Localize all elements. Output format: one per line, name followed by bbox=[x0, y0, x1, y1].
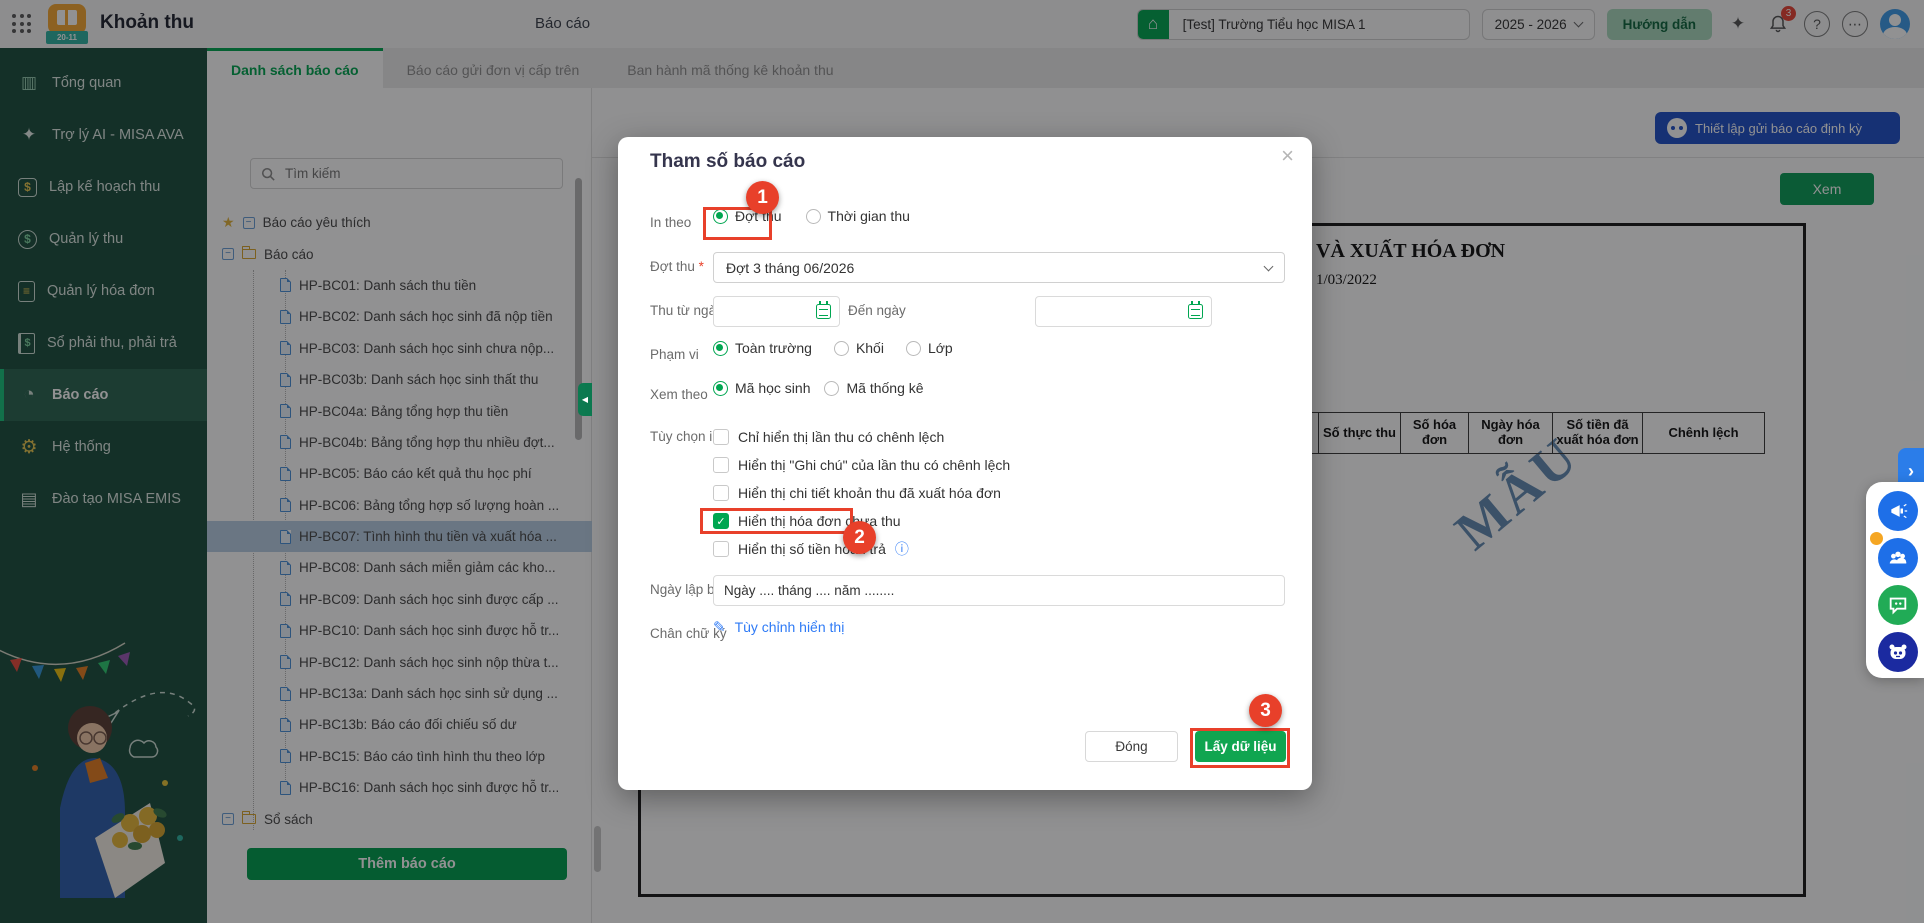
dialog-title: Tham số báo cáo bbox=[650, 151, 806, 172]
radio-option[interactable]: Lớp bbox=[905, 340, 953, 356]
radio-icon bbox=[905, 340, 921, 356]
view-by-options: Mã học sinh Mã thống kê bbox=[713, 380, 924, 396]
chat-support-icon[interactable] bbox=[1878, 585, 1918, 625]
chevron-down-icon bbox=[1263, 261, 1274, 271]
widget-badge-dot bbox=[1870, 532, 1883, 545]
batch-select[interactable]: Đợt 3 tháng 06/2026 bbox=[713, 252, 1285, 283]
to-date-field[interactable] bbox=[1035, 296, 1212, 327]
to-date-label: Đến ngày bbox=[848, 303, 906, 318]
print-by-label: In theo bbox=[650, 215, 692, 230]
radio-icon bbox=[833, 340, 849, 356]
radio-option[interactable]: Khối bbox=[833, 340, 884, 356]
radio-icon bbox=[824, 380, 840, 396]
annotation-box-3 bbox=[1190, 728, 1290, 768]
checkbox-icon bbox=[713, 485, 729, 501]
radio-icon bbox=[713, 380, 728, 396]
checkbox-icon bbox=[713, 541, 729, 557]
from-date-field[interactable] bbox=[713, 296, 840, 327]
annotation-step-1: 1 bbox=[746, 181, 779, 214]
annotation-step-2: 2 bbox=[843, 521, 876, 554]
radio-icon bbox=[805, 208, 821, 224]
scope-options: Toàn trường Khối Lớp bbox=[713, 340, 953, 356]
checkbox-icon bbox=[713, 429, 729, 445]
checkbox-icon bbox=[713, 457, 729, 473]
checkbox-option[interactable]: Chỉ hiển thị lần thu có chênh lệch ⓘ bbox=[713, 423, 1010, 451]
to-date-input[interactable] bbox=[1044, 303, 1182, 320]
radio-icon bbox=[713, 340, 728, 356]
print-options-label: Tùy chọn in bbox=[650, 429, 720, 444]
annotation-step-3: 3 bbox=[1249, 694, 1282, 727]
scope-label: Phạm vi bbox=[650, 347, 699, 362]
community-icon[interactable] bbox=[1878, 538, 1918, 578]
view-by-label: Xem theo bbox=[650, 387, 708, 402]
radio-option[interactable]: Toàn trường bbox=[713, 340, 812, 356]
radio-option[interactable]: Mã thống kê bbox=[824, 380, 924, 396]
report-date-field[interactable] bbox=[713, 575, 1285, 606]
radio-option[interactable]: Thời gian thu bbox=[805, 208, 910, 224]
close-icon[interactable]: × bbox=[1281, 145, 1294, 167]
signature-customize-link[interactable]: ✎ Tùy chỉnh hiển thị bbox=[713, 618, 844, 636]
calendar-icon[interactable] bbox=[1188, 301, 1203, 319]
checkbox-option[interactable]: Hiển thị "Ghi chú" của lần thu có chênh … bbox=[713, 451, 1010, 479]
from-date-input[interactable] bbox=[722, 303, 810, 320]
checkbox-option[interactable]: Hiển thị chi tiết khoản thu đã xuất hóa … bbox=[713, 479, 1010, 507]
batch-label: Đợt thu * bbox=[650, 259, 704, 274]
announcement-icon[interactable] bbox=[1878, 491, 1918, 531]
pencil-icon: ✎ bbox=[713, 619, 726, 636]
annotation-box-2 bbox=[700, 508, 853, 534]
info-icon[interactable]: ⓘ bbox=[895, 539, 909, 559]
chatbot-icon[interactable] bbox=[1878, 632, 1918, 672]
panel-collapse-handle[interactable]: ◀ bbox=[578, 383, 592, 416]
close-button[interactable]: Đóng bbox=[1085, 731, 1178, 762]
from-date-label: Thu từ ngày bbox=[650, 303, 723, 318]
report-date-input[interactable] bbox=[722, 582, 1276, 599]
support-widget-panel bbox=[1866, 482, 1924, 678]
radio-option[interactable]: Mã học sinh bbox=[713, 380, 810, 396]
calendar-icon[interactable] bbox=[816, 301, 831, 319]
app-window: 20-11 Khoản thu Báo cáo ⌂ [Test] Trường … bbox=[0, 0, 1924, 923]
